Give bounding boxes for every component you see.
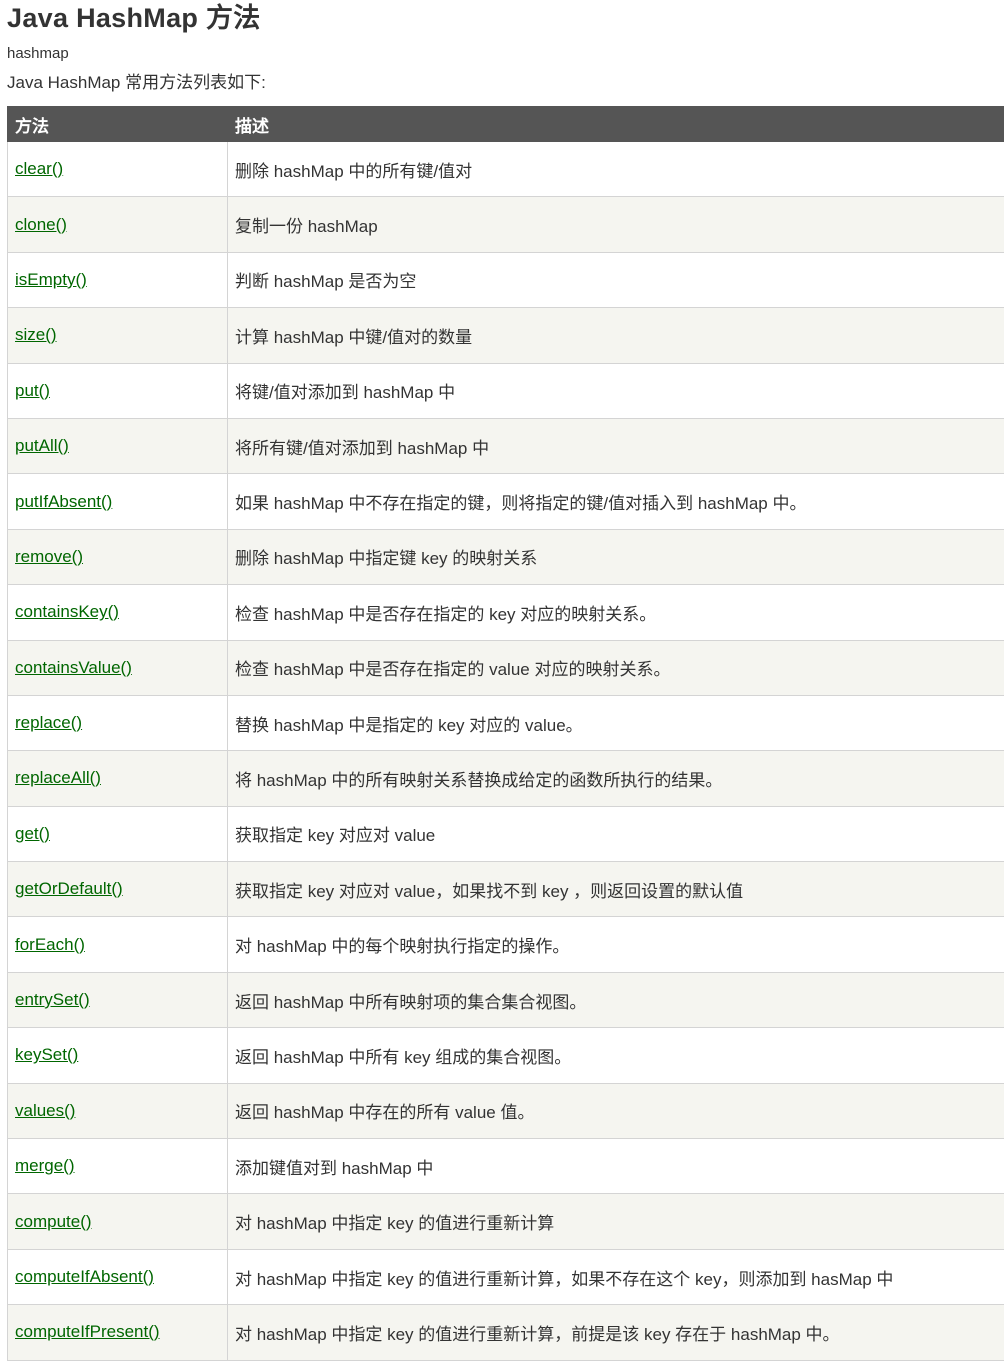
method-link[interactable]: keySet() [15, 1045, 78, 1064]
method-description: 将 hashMap 中的所有映射关系替换成给定的函数所执行的结果。 [227, 750, 1004, 807]
method-cell: isEmpty() [7, 251, 228, 309]
method-link[interactable]: get() [15, 824, 50, 843]
table-row: put() 将键/值对添加到 hashMap 中 [7, 362, 1004, 419]
table-row: size() 计算 hashMap 中键/值对的数量 [7, 307, 1004, 364]
method-description: 将键/值对添加到 hashMap 中 [227, 362, 1004, 419]
method-cell: putAll() [7, 417, 228, 475]
method-link[interactable]: put() [15, 381, 50, 400]
table-row: remove() 删除 hashMap 中指定键 key 的映射关系 [7, 528, 1004, 586]
table-row: putIfAbsent() 如果 hashMap 中不存在指定的键，则将指定的键/… [7, 473, 1004, 530]
method-link[interactable]: replace() [15, 713, 82, 732]
table-row: putAll() 将所有键/值对添加到 hashMap 中 [7, 417, 1004, 475]
table-row: computeIfAbsent() 对 hashMap 中指定 key 的值进行重… [7, 1248, 1004, 1306]
method-cell: getOrDefault() [7, 861, 228, 918]
header-method: 方法 [7, 106, 228, 142]
table-row: computeIfPresent() 对 hashMap 中指定 key 的值进行… [7, 1304, 1004, 1361]
table-row: values() 返回 hashMap 中存在的所有 value 值。 [7, 1082, 1004, 1140]
method-cell: clear() [7, 140, 228, 198]
method-link[interactable]: entrySet() [15, 990, 90, 1009]
method-cell: get() [7, 805, 228, 863]
method-link[interactable]: compute() [15, 1212, 92, 1231]
page-title: Java HashMap 方法 [7, 3, 261, 33]
table-header-row: 方法 描述 [7, 106, 1004, 142]
method-link[interactable]: remove() [15, 547, 83, 566]
method-description: 返回 hashMap 中所有映射项的集合集合视图。 [227, 971, 1004, 1029]
method-cell: compute() [7, 1193, 228, 1250]
method-link[interactable]: computeIfAbsent() [15, 1267, 154, 1286]
table-row: entrySet() 返回 hashMap 中所有映射项的集合集合视图。 [7, 971, 1004, 1029]
table-row: forEach() 对 hashMap 中的每个映射执行指定的操作。 [7, 916, 1004, 973]
method-description: 删除 hashMap 中指定键 key 的映射关系 [227, 528, 1004, 586]
method-link[interactable]: putIfAbsent() [15, 492, 112, 511]
method-description: 复制一份 hashMap [227, 196, 1004, 253]
method-cell: put() [7, 362, 228, 419]
method-cell: computeIfPresent() [7, 1304, 228, 1361]
method-description: 对 hashMap 中指定 key 的值进行重新计算，如果不存在这个 key，则… [227, 1248, 1004, 1306]
table-row: merge() 添加键值对到 hashMap 中 [7, 1138, 1004, 1195]
method-link[interactable]: merge() [15, 1156, 75, 1175]
table-row: containsKey() 检查 hashMap 中是否存在指定的 key 对应的… [7, 584, 1004, 641]
method-description: 对 hashMap 中指定 key 的值进行重新计算 [227, 1193, 1004, 1250]
method-cell: computeIfAbsent() [7, 1248, 228, 1306]
method-description: 获取指定 key 对应对 value [227, 805, 1004, 863]
intro-text: Java HashMap 常用方法列表如下: [7, 73, 266, 92]
method-link[interactable]: size() [15, 325, 57, 344]
method-cell: remove() [7, 528, 228, 586]
table-row: containsValue() 检查 hashMap 中是否存在指定的 value… [7, 639, 1004, 696]
method-link[interactable]: containsKey() [15, 602, 119, 621]
method-description: 添加键值对到 hashMap 中 [227, 1138, 1004, 1195]
method-link[interactable]: clone() [15, 215, 67, 234]
method-description: 返回 hashMap 中所有 key 组成的集合视图。 [227, 1027, 1004, 1084]
method-link[interactable]: clear() [15, 159, 63, 178]
method-description: 获取指定 key 对应对 value，如果找不到 key ，则返回设置的默认值 [227, 861, 1004, 918]
header-description: 描述 [227, 106, 1004, 142]
table-row: keySet() 返回 hashMap 中所有 key 组成的集合视图。 [7, 1027, 1004, 1084]
method-cell: entrySet() [7, 971, 228, 1029]
table-row: clone() 复制一份 hashMap [7, 196, 1004, 253]
page-subtitle: hashmap [7, 45, 69, 62]
method-description: 检查 hashMap 中是否存在指定的 key 对应的映射关系。 [227, 584, 1004, 641]
method-link[interactable]: isEmpty() [15, 270, 87, 289]
method-link[interactable]: replaceAll() [15, 768, 101, 787]
method-cell: keySet() [7, 1027, 228, 1084]
method-description: 替换 hashMap 中是指定的 key 对应的 value。 [227, 694, 1004, 752]
method-cell: merge() [7, 1138, 228, 1195]
method-cell: forEach() [7, 916, 228, 973]
method-cell: containsValue() [7, 639, 228, 696]
table-body: clear() 删除 hashMap 中的所有键/值对 clone() 复制一份 ha… [7, 140, 1004, 1361]
method-cell: replaceAll() [7, 750, 228, 807]
methods-table: 方法 描述 clear() 删除 hashMap 中的所有键/值对 clone() 复… [7, 106, 1004, 1361]
method-cell: clone() [7, 196, 228, 253]
table-row: getOrDefault() 获取指定 key 对应对 value，如果找不到 k… [7, 861, 1004, 918]
method-cell: size() [7, 307, 228, 364]
method-description: 如果 hashMap 中不存在指定的键，则将指定的键/值对插入到 hashMap… [227, 473, 1004, 530]
method-description: 检查 hashMap 中是否存在指定的 value 对应的映射关系。 [227, 639, 1004, 696]
method-description: 对 hashMap 中的每个映射执行指定的操作。 [227, 916, 1004, 973]
method-link[interactable]: containsValue() [15, 658, 132, 677]
method-cell: values() [7, 1082, 228, 1140]
table-row: replaceAll() 将 hashMap 中的所有映射关系替换成给定的函数所执… [7, 750, 1004, 807]
method-description: 对 hashMap 中指定 key 的值进行重新计算，前提是该 key 存在于 … [227, 1304, 1004, 1361]
table-row: isEmpty() 判断 hashMap 是否为空 [7, 251, 1004, 309]
method-link[interactable]: forEach() [15, 935, 85, 954]
table-row: get() 获取指定 key 对应对 value [7, 805, 1004, 863]
table-row: clear() 删除 hashMap 中的所有键/值对 [7, 140, 1004, 198]
method-cell: containsKey() [7, 584, 228, 641]
method-description: 计算 hashMap 中键/值对的数量 [227, 307, 1004, 364]
method-link[interactable]: computeIfPresent() [15, 1322, 160, 1341]
method-description: 返回 hashMap 中存在的所有 value 值。 [227, 1082, 1004, 1140]
method-link[interactable]: values() [15, 1101, 75, 1120]
method-description: 将所有键/值对添加到 hashMap 中 [227, 417, 1004, 475]
table-row: compute() 对 hashMap 中指定 key 的值进行重新计算 [7, 1193, 1004, 1250]
method-link[interactable]: getOrDefault() [15, 879, 123, 898]
method-description: 判断 hashMap 是否为空 [227, 251, 1004, 309]
table-row: replace() 替换 hashMap 中是指定的 key 对应的 value。 [7, 694, 1004, 752]
method-description: 删除 hashMap 中的所有键/值对 [227, 140, 1004, 198]
method-cell: replace() [7, 694, 228, 752]
method-link[interactable]: putAll() [15, 436, 69, 455]
method-cell: putIfAbsent() [7, 473, 228, 530]
